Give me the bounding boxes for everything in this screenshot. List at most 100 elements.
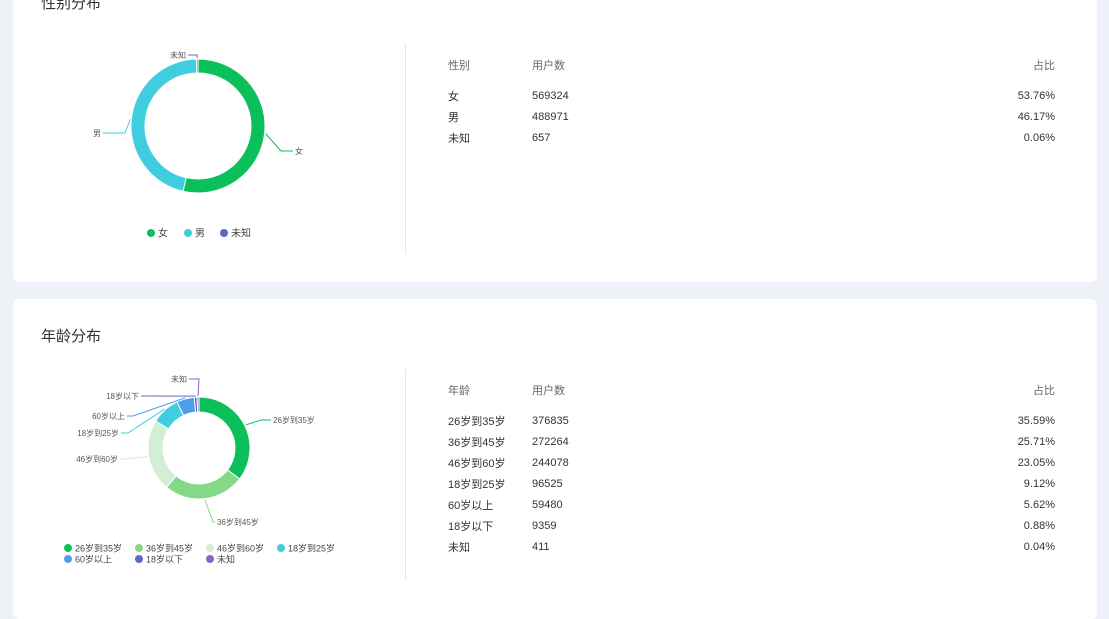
legend-marker: [206, 555, 214, 563]
table-row: 46岁到60岁 244078 23.05%: [448, 452, 1055, 473]
gender-divider: [405, 44, 406, 254]
donut-slice[interactable]: [131, 59, 197, 191]
row-pct: 0.88%: [832, 515, 1055, 536]
row-count: 411: [532, 536, 832, 557]
legend-item[interactable]: 26岁到35岁: [64, 543, 122, 554]
label-leader-line: [205, 500, 215, 522]
legend-item[interactable]: 60岁以上: [64, 554, 112, 565]
legend-item[interactable]: 男: [184, 228, 205, 240]
label-leader-line: [189, 379, 199, 396]
legend-marker: [147, 229, 155, 237]
row-label: 26岁到35岁: [448, 410, 532, 431]
row-label: 18岁以下: [448, 515, 532, 536]
row-pct: 23.05%: [832, 452, 1055, 473]
row-count: 9359: [532, 515, 832, 536]
legend-label: 18岁到25岁: [288, 543, 335, 554]
age-distribution-card: 年龄分布 26岁到35岁36岁到45岁46岁到60岁18岁到25岁60岁以上18…: [13, 299, 1097, 619]
legend-item[interactable]: 18岁到25岁: [277, 543, 335, 554]
legend-marker: [277, 544, 285, 552]
slice-label: 18岁以下: [106, 391, 139, 401]
table-row: 未知 411 0.04%: [448, 536, 1055, 557]
label-leader-line: [103, 119, 130, 133]
age-table: 年龄 用户数 占比 26岁到35岁 376835 35.59% 36岁到45岁 …: [448, 379, 1055, 557]
row-count: 59480: [532, 494, 832, 515]
row-label: 未知: [448, 127, 532, 148]
slice-label: 60岁以上: [92, 411, 125, 421]
table-row: 60岁以上 59480 5.62%: [448, 494, 1055, 515]
table-row: 18岁以下 9359 0.88%: [448, 515, 1055, 536]
table-row: 女 569324 53.76%: [448, 85, 1055, 106]
row-label: 46岁到60岁: [448, 452, 532, 473]
donut-slice[interactable]: [183, 59, 265, 193]
gender-distribution-card: 性别分布 女男未知女男未知 性别 用户数 占比 女 569324 53.76% …: [13, 0, 1097, 282]
row-label: 女: [448, 85, 532, 106]
row-label: 未知: [448, 536, 532, 557]
row-pct: 5.62%: [832, 494, 1055, 515]
row-label: 60岁以上: [448, 494, 532, 515]
table-row: 男 488971 46.17%: [448, 106, 1055, 127]
age-header-pct: 占比: [832, 379, 1055, 401]
legend-label: 男: [195, 228, 205, 240]
row-label: 18岁到25岁: [448, 473, 532, 494]
legend-marker: [135, 555, 143, 563]
table-row: 18岁到25岁 96525 9.12%: [448, 473, 1055, 494]
legend-item[interactable]: 女: [147, 227, 168, 240]
row-count: 569324: [532, 85, 832, 106]
age-donut-chart: 26岁到35岁36岁到45岁46岁到60岁18岁到25岁60岁以上18岁以下未知…: [13, 299, 405, 599]
legend-item[interactable]: 18岁以下: [135, 554, 183, 565]
slice-label: 未知: [170, 50, 186, 60]
row-pct: 46.17%: [832, 106, 1055, 127]
age-header-label: 年龄: [448, 379, 532, 401]
slice-label: 26岁到35岁: [273, 415, 315, 425]
slice-label: 36岁到45岁: [217, 517, 259, 527]
row-pct: 35.59%: [832, 410, 1055, 431]
row-label: 男: [448, 106, 532, 127]
label-leader-line: [246, 420, 271, 425]
legend-marker: [64, 555, 72, 563]
legend-marker: [64, 544, 72, 552]
age-table-header: 年龄 用户数 占比: [448, 379, 1055, 401]
legend-marker: [135, 544, 143, 552]
legend-label: 26岁到35岁: [75, 543, 122, 554]
table-row: 36岁到45岁 272264 25.71%: [448, 431, 1055, 452]
age-divider: [405, 369, 406, 579]
gender-table-header: 性别 用户数 占比: [448, 54, 1055, 76]
donut-slice[interactable]: [167, 470, 240, 499]
legend-label: 未知: [217, 554, 235, 565]
label-leader-line: [266, 134, 293, 151]
legend-marker: [220, 229, 228, 237]
row-count: 272264: [532, 431, 832, 452]
donut-slice[interactable]: [148, 421, 176, 487]
row-pct: 9.12%: [832, 473, 1055, 494]
slice-label: 女: [295, 146, 303, 156]
legend-item[interactable]: 46岁到60岁: [206, 543, 264, 554]
donut-slice[interactable]: [196, 59, 198, 73]
row-pct: 0.04%: [832, 536, 1055, 557]
donut-slice[interactable]: [197, 397, 199, 412]
legend-label: 60岁以上: [75, 554, 112, 565]
label-leader-line: [120, 456, 148, 459]
table-row: 26岁到35岁 376835 35.59%: [448, 410, 1055, 431]
row-count: 244078: [532, 452, 832, 473]
slice-label: 男: [93, 129, 101, 138]
table-row: 未知 657 0.06%: [448, 127, 1055, 148]
gender-table: 性别 用户数 占比 女 569324 53.76% 男 488971 46.17…: [448, 54, 1055, 148]
slice-label: 18岁到25岁: [77, 428, 119, 438]
slice-label: 46岁到60岁: [76, 454, 118, 464]
legend-item[interactable]: 未知: [206, 554, 235, 565]
gender-donut-chart: 女男未知女男未知: [13, 0, 405, 282]
row-count: 376835: [532, 410, 832, 431]
gender-header-pct: 占比: [832, 54, 1055, 76]
legend-item[interactable]: 36岁到45岁: [135, 543, 193, 554]
legend-item[interactable]: 未知: [220, 227, 251, 240]
row-pct: 25.71%: [832, 431, 1055, 452]
gender-header-count: 用户数: [532, 54, 832, 76]
legend-label: 未知: [231, 227, 251, 240]
legend-label: 36岁到45岁: [146, 543, 193, 554]
donut-slice[interactable]: [199, 397, 250, 479]
legend-marker: [206, 544, 214, 552]
legend-label: 18岁以下: [146, 554, 183, 565]
gender-header-label: 性别: [448, 54, 532, 76]
row-label: 36岁到45岁: [448, 431, 532, 452]
row-pct: 0.06%: [832, 127, 1055, 148]
